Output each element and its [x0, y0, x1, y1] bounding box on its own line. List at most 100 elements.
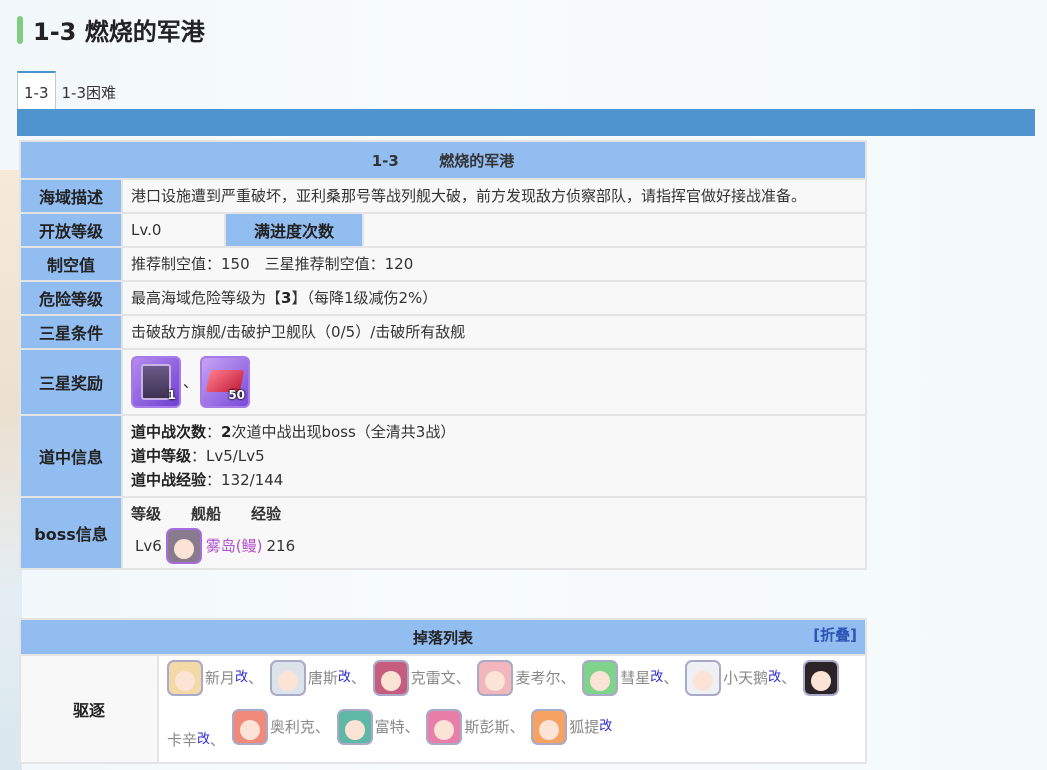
ship-name: 斯彭斯 — [464, 718, 510, 736]
ship-avatar-icon — [531, 709, 568, 745]
ship-entry[interactable]: 奥利克、 — [231, 709, 330, 745]
air-value-label: 制空值 — [19, 246, 123, 282]
ship-name: 富特 — [374, 718, 405, 736]
ship-avatar-icon — [231, 709, 268, 745]
sea-desc-value: 港口设施遭到严重破坏，亚利桑那号等战列舰大破，前方发现敌方侦察部队，请指挥官做好… — [121, 178, 867, 214]
kai-mark: 改 — [197, 732, 211, 747]
ship-avatar-icon — [269, 660, 306, 696]
ship-name: 彗星 — [620, 669, 651, 687]
boss-level: Lv6 — [135, 537, 162, 555]
ship-entry[interactable]: 狐提改 — [531, 709, 612, 745]
boss-col-exp: 经验 — [251, 505, 282, 523]
danger-prefix: 最高海域危险等级为【 — [131, 289, 282, 307]
drop-list-table: 掉落列表 [折叠] 驱逐 新月改、 唐斯改、 克雷文、 麦考尔、 彗星改、 小天… — [19, 618, 867, 764]
ship-entry[interactable]: 新月改、 — [167, 660, 263, 696]
kai-mark: 改 — [337, 670, 351, 685]
ship-entry[interactable]: 克雷文、 — [372, 660, 471, 696]
boss-info-label: boss信息 — [19, 496, 123, 570]
stage-code: 1-3 — [371, 151, 399, 170]
ship-avatar-icon — [582, 660, 619, 696]
boss-avatar-icon[interactable] — [165, 528, 202, 564]
progress-count-value — [362, 212, 867, 248]
page-title: 1-3 燃烧的军港 — [33, 18, 205, 46]
ship-avatar-icon — [802, 660, 839, 696]
kai-mark: 改 — [599, 719, 613, 734]
ship-name: 麦考尔 — [515, 669, 561, 687]
destroyer-list: 新月改、 唐斯改、 克雷文、 麦考尔、 彗星改、 小天鹅改、 卡辛改、 奥利克、… — [157, 654, 867, 764]
route-exp-key: 道中战经验 — [131, 471, 207, 489]
ship-entry[interactable]: 彗星改、 — [582, 660, 678, 696]
ship-avatar-icon — [372, 660, 409, 696]
separator: 、 — [663, 669, 679, 687]
stage-header: 1-3 燃烧的军港 — [19, 140, 867, 180]
ship-entry[interactable]: 斯彭斯、 — [426, 709, 524, 745]
danger-suffix: 】（每降1级减伤2%） — [291, 289, 438, 307]
reward-separator: 、 — [183, 373, 199, 391]
stage-name: 燃烧的军港 — [439, 151, 515, 170]
boss-col-ship: 舰船 — [191, 505, 222, 523]
route-info-label: 道中信息 — [19, 414, 123, 498]
ship-name: 新月 — [205, 669, 236, 687]
star-condition-value: 击破敌方旗舰/击破护卫舰队（0/5）/击破所有敌舰 — [121, 314, 867, 350]
ship-name: 唐斯 — [307, 669, 338, 687]
kai-mark: 改 — [768, 670, 782, 685]
ship-entry[interactable]: 卡辛改、 — [167, 722, 225, 758]
route-battles-num: 2 — [221, 423, 232, 441]
drop-list-title: 掉落列表 — [412, 628, 473, 647]
kai-mark: 改 — [650, 670, 664, 685]
star-reward-label: 三星奖励 — [19, 348, 123, 416]
ship-entry[interactable]: 富特、 — [336, 709, 420, 745]
ship-entry[interactable]: 唐斯改、 — [269, 660, 366, 696]
route-battles-rest: 次道中战出现boss（全清共3战） — [231, 423, 456, 441]
star-reward-value: 1 、 50 — [121, 348, 867, 416]
stage-tabs: 1-3 1-3困难 — [17, 71, 122, 109]
gear-box-icon[interactable]: 1 — [131, 356, 181, 408]
ship-entry[interactable]: 麦考尔、 — [477, 660, 576, 696]
route-battles-key: 道中战次数 — [131, 423, 207, 441]
ship-avatar-icon — [167, 660, 203, 696]
separator: 、 — [455, 669, 471, 687]
title-accent-bar — [17, 15, 23, 44]
ship-name: 狐提 — [569, 718, 600, 736]
separator: 、 — [781, 669, 797, 687]
reward-count: 1 — [167, 387, 176, 402]
ship-entry[interactable]: 小天鹅改、 — [685, 660, 796, 696]
page-header: 1-3 燃烧的军港 — [17, 12, 205, 47]
ruby-gem-icon[interactable]: 50 — [200, 356, 251, 408]
drop-list-header: 掉落列表 [折叠] — [19, 618, 867, 656]
separator: 、 — [350, 669, 366, 687]
separator: 、 — [210, 731, 226, 749]
danger-level-value: 最高海域危险等级为【3】（每降1级减伤2%） — [121, 280, 867, 316]
boss-info-value: 等级 舰船 经验 Lv6 雾岛(鳗) 216 — [121, 496, 867, 570]
ship-entry[interactable] — [802, 660, 841, 696]
progress-count-label: 满进度次数 — [224, 212, 364, 248]
separator: 、 — [314, 718, 330, 736]
boss-col-level: 等级 — [131, 505, 162, 523]
ship-name: 克雷文 — [410, 669, 456, 687]
reward-count: 50 — [228, 387, 246, 402]
danger-level-label: 危险等级 — [19, 280, 123, 316]
sea-desc-label: 海域描述 — [19, 178, 123, 214]
tab-hard[interactable]: 1-3困难 — [56, 73, 123, 109]
boss-ship-link[interactable]: 雾岛(鳗) — [206, 534, 263, 558]
ship-avatar-icon — [685, 660, 722, 696]
route-info-value: 道中战次数：2次道中战出现boss（全清共3战） 道中等级：Lv5/Lv5 道中… — [121, 414, 867, 498]
tab-normal[interactable]: 1-3 — [17, 71, 56, 109]
route-exp-val: 132/144 — [221, 471, 284, 489]
fold-toggle[interactable]: [折叠] — [813, 624, 857, 645]
separator: 、 — [404, 718, 420, 736]
kai-mark: 改 — [235, 670, 249, 685]
ship-avatar-icon — [336, 709, 373, 745]
colon: ： — [191, 447, 207, 465]
separator: 、 — [248, 669, 264, 687]
colon: ： — [206, 471, 222, 489]
ship-avatar-icon — [477, 660, 514, 696]
danger-number: 3 — [281, 289, 292, 307]
ship-name: 小天鹅 — [723, 669, 769, 687]
separator: 、 — [509, 718, 525, 736]
destroyer-label: 驱逐 — [19, 654, 159, 764]
tab-content-band — [17, 109, 1035, 136]
air-value-value: 推荐制空值：150 三星推荐制空值：120 — [121, 246, 867, 282]
colon: ： — [206, 423, 222, 441]
ship-avatar-icon — [426, 709, 463, 745]
